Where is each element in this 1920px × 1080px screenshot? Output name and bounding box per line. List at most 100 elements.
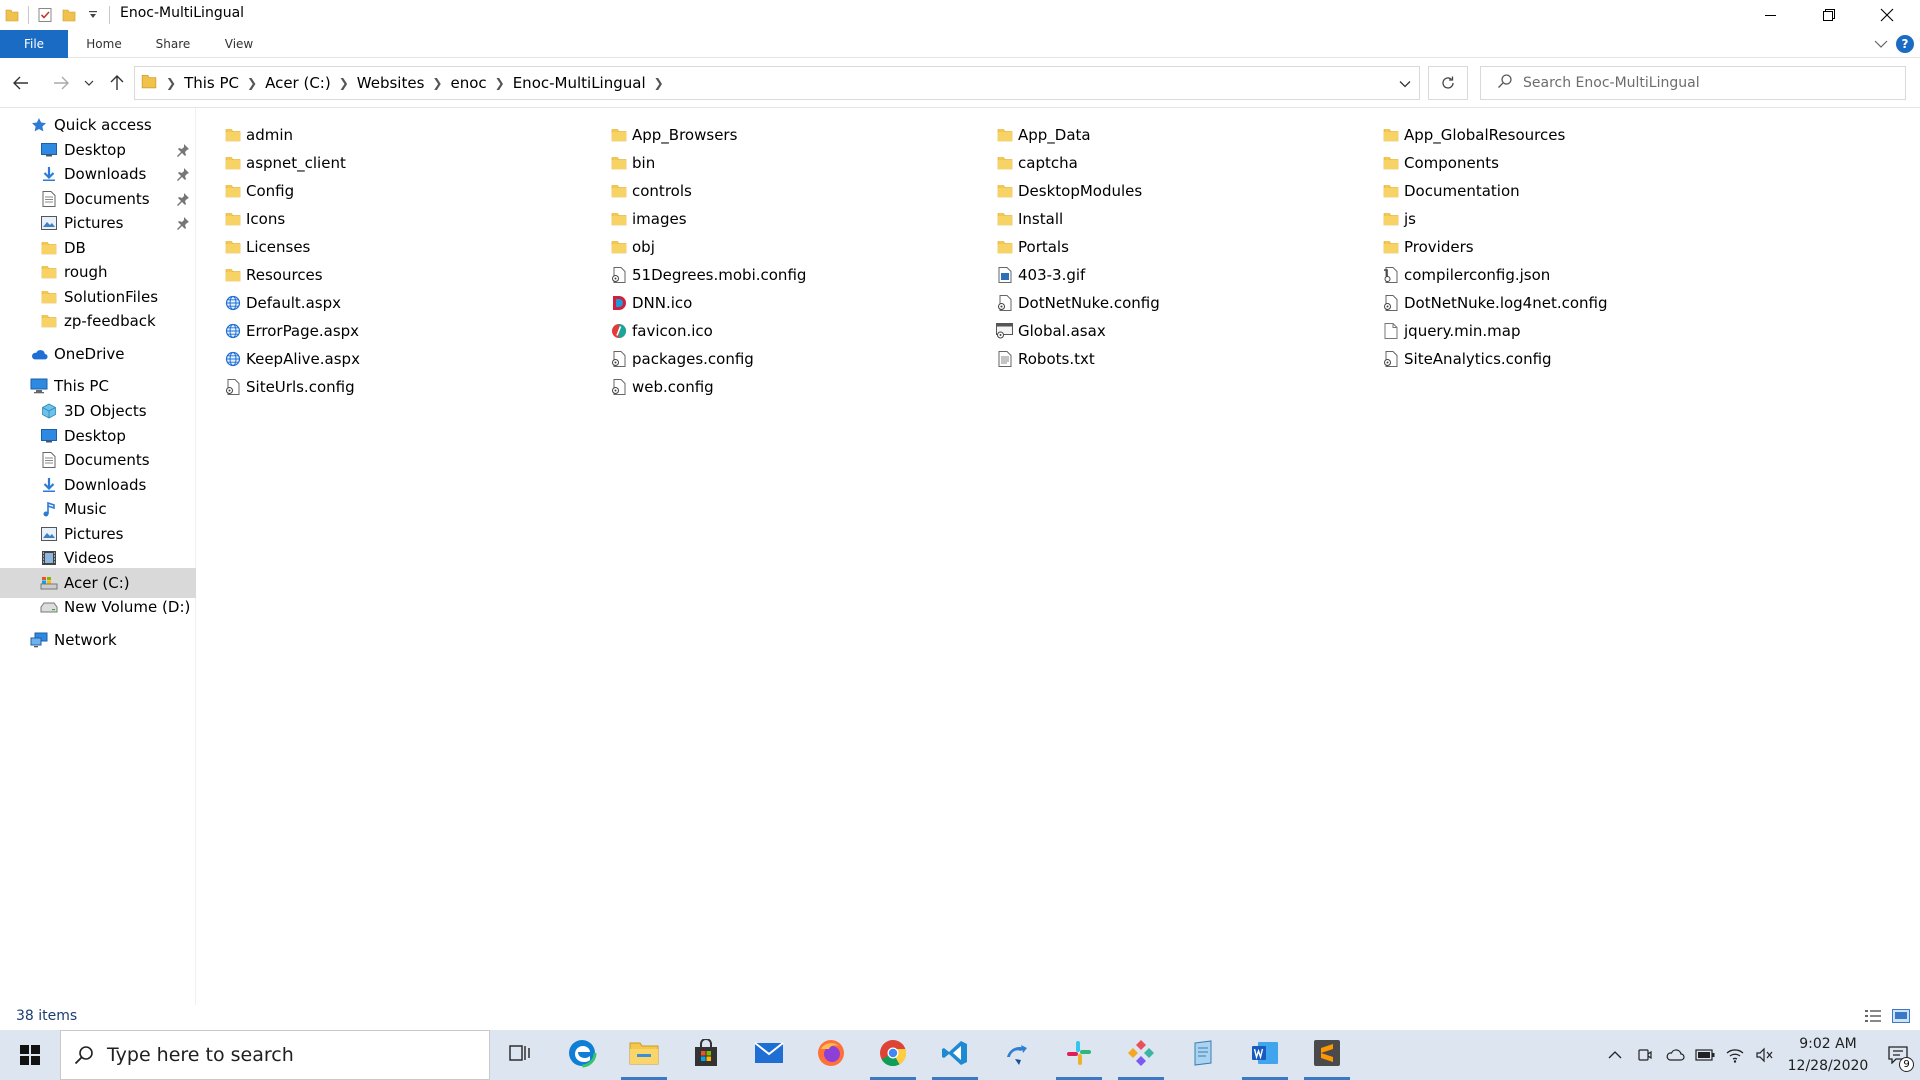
file-item[interactable]: compilerconfig.json <box>1382 262 1550 288</box>
gitkraken-taskbar-button[interactable] <box>1112 1030 1170 1080</box>
chevron-right-icon[interactable]: ❯ <box>244 76 260 90</box>
file-item[interactable]: SiteUrls.config <box>224 374 355 400</box>
sublime-taskbar-button[interactable] <box>1298 1030 1356 1080</box>
breadcrumb-websites[interactable]: Websites <box>352 74 430 92</box>
file-explorer-taskbar-button[interactable] <box>615 1030 673 1080</box>
chevron-right-icon[interactable]: ❯ <box>163 76 179 90</box>
folder-item[interactable]: captcha <box>996 150 1078 176</box>
folder-item[interactable]: images <box>610 206 687 232</box>
chrome-taskbar-button[interactable] <box>864 1030 922 1080</box>
forward-button[interactable] <box>48 70 74 96</box>
file-item[interactable]: DNN.ico <box>610 290 692 316</box>
file-item[interactable]: jquery.min.map <box>1382 318 1520 344</box>
store-taskbar-button[interactable] <box>677 1030 735 1080</box>
show-hidden-icons-icon[interactable] <box>1600 1030 1630 1080</box>
file-item[interactable]: SiteAnalytics.config <box>1382 346 1552 372</box>
file-item[interactable]: KeepAlive.aspx <box>224 346 360 372</box>
tortoise-taskbar-button[interactable] <box>988 1030 1046 1080</box>
close-button[interactable] <box>1858 0 1916 30</box>
customize-toolbar-icon[interactable] <box>81 3 105 27</box>
folder-item[interactable]: aspnet_client <box>224 150 346 176</box>
large-icons-view-button[interactable] <box>1892 1008 1910 1028</box>
folder-item[interactable]: Licenses <box>224 234 310 260</box>
file-item[interactable]: ErrorPage.aspx <box>224 318 359 344</box>
folder-item[interactable]: App_Data <box>996 122 1091 148</box>
mail-taskbar-button[interactable] <box>740 1030 798 1080</box>
sidebar-item-zp-feedback[interactable]: zp-feedback <box>0 306 196 336</box>
firefox-taskbar-button[interactable] <box>802 1030 860 1080</box>
folder-item[interactable]: js <box>1382 206 1416 232</box>
restore-button[interactable] <box>1800 0 1858 30</box>
refresh-button[interactable] <box>1428 66 1468 100</box>
folder-item[interactable]: obj <box>610 234 655 260</box>
folder-item[interactable]: Icons <box>224 206 285 232</box>
file-item[interactable]: Default.aspx <box>224 290 341 316</box>
tab-view[interactable]: View <box>218 30 260 58</box>
onedrive-tray-icon[interactable] <box>1660 1030 1690 1080</box>
folder-item[interactable]: bin <box>610 150 655 176</box>
word-taskbar-button[interactable] <box>1236 1030 1294 1080</box>
folder-item[interactable]: controls <box>610 178 692 204</box>
search-input[interactable] <box>1523 75 1883 91</box>
folder-item[interactable]: Install <box>996 206 1063 232</box>
file-item[interactable]: 403-3.gif <box>996 262 1085 288</box>
tab-file[interactable]: File <box>0 30 68 58</box>
recent-locations-button[interactable] <box>80 70 98 96</box>
breadcrumb-enoc[interactable]: enoc <box>445 74 491 92</box>
task-view-taskbar-button[interactable] <box>491 1030 549 1080</box>
file-item[interactable]: Global.asax <box>996 318 1106 344</box>
folder-item[interactable]: Portals <box>996 234 1069 260</box>
vscode-taskbar-button[interactable] <box>926 1030 984 1080</box>
details-view-button[interactable] <box>1864 1008 1882 1028</box>
back-button[interactable] <box>8 70 34 96</box>
minimize-button[interactable] <box>1742 0 1800 30</box>
volume-muted-icon[interactable] <box>1750 1030 1780 1080</box>
file-item[interactable]: web.config <box>610 374 714 400</box>
taskbar-search[interactable]: Type here to search <box>60 1030 490 1080</box>
sidebar-item-new-volume-d[interactable]: New Volume (D:) <box>0 592 196 622</box>
chevron-right-icon[interactable]: ❯ <box>492 76 508 90</box>
chevron-right-icon[interactable]: ❯ <box>336 76 352 90</box>
file-item[interactable]: DotNetNuke.log4net.config <box>1382 290 1608 316</box>
tab-share[interactable]: Share <box>150 30 196 58</box>
file-item[interactable]: packages.config <box>610 346 754 372</box>
folder-item[interactable]: DesktopModules <box>996 178 1142 204</box>
breadcrumb-acer-c[interactable]: Acer (C:) <box>260 74 336 92</box>
tab-home[interactable]: Home <box>82 30 126 58</box>
wifi-icon[interactable] <box>1720 1030 1750 1080</box>
breadcrumb-enoc-multilingual[interactable]: Enoc-MultiLingual <box>508 74 651 92</box>
folder-item[interactable]: Config <box>224 178 294 204</box>
address-bar[interactable]: ❯ This PC ❯ Acer (C:) ❯ Websites ❯ enoc … <box>134 66 1420 100</box>
slack-taskbar-button[interactable] <box>1050 1030 1108 1080</box>
expand-ribbon-icon[interactable] <box>1874 34 1888 53</box>
file-item[interactable]: DotNetNuke.config <box>996 290 1160 316</box>
up-button[interactable] <box>104 70 130 96</box>
chevron-right-icon[interactable]: ❯ <box>651 76 667 90</box>
notifications-button[interactable]: 9 <box>1876 1030 1920 1080</box>
edge-taskbar-button[interactable] <box>553 1030 611 1080</box>
folder-item[interactable]: Resources <box>224 262 323 288</box>
file-item[interactable]: Robots.txt <box>996 346 1095 372</box>
search-box[interactable] <box>1480 66 1906 100</box>
meet-now-icon[interactable] <box>1630 1030 1660 1080</box>
breadcrumb-this-pc[interactable]: This PC <box>179 74 244 92</box>
file-item[interactable]: 51Degrees.mobi.config <box>610 262 806 288</box>
new-folder-icon[interactable] <box>57 3 81 27</box>
sidebar-item-network[interactable]: Network <box>0 625 196 655</box>
help-button[interactable]: ? <box>1896 34 1914 53</box>
folder-item[interactable]: Providers <box>1382 234 1474 260</box>
start-button[interactable] <box>0 1030 60 1080</box>
battery-icon[interactable] <box>1690 1030 1720 1080</box>
sidebar-item-onedrive[interactable]: OneDrive <box>0 339 196 369</box>
folder-item[interactable]: App_GlobalResources <box>1382 122 1565 148</box>
folder-item[interactable]: App_Browsers <box>610 122 737 148</box>
address-history-button[interactable] <box>1395 74 1415 94</box>
properties-icon[interactable] <box>33 3 57 27</box>
notepad-taskbar-button[interactable] <box>1174 1030 1232 1080</box>
folder-item[interactable]: admin <box>224 122 293 148</box>
file-item[interactable]: favicon.ico <box>610 318 713 344</box>
chevron-right-icon[interactable]: ❯ <box>429 76 445 90</box>
folder-item[interactable]: Components <box>1382 150 1499 176</box>
clock[interactable]: 9:02 AM 12/28/2020 <box>1780 1033 1876 1077</box>
folder-item[interactable]: Documentation <box>1382 178 1520 204</box>
